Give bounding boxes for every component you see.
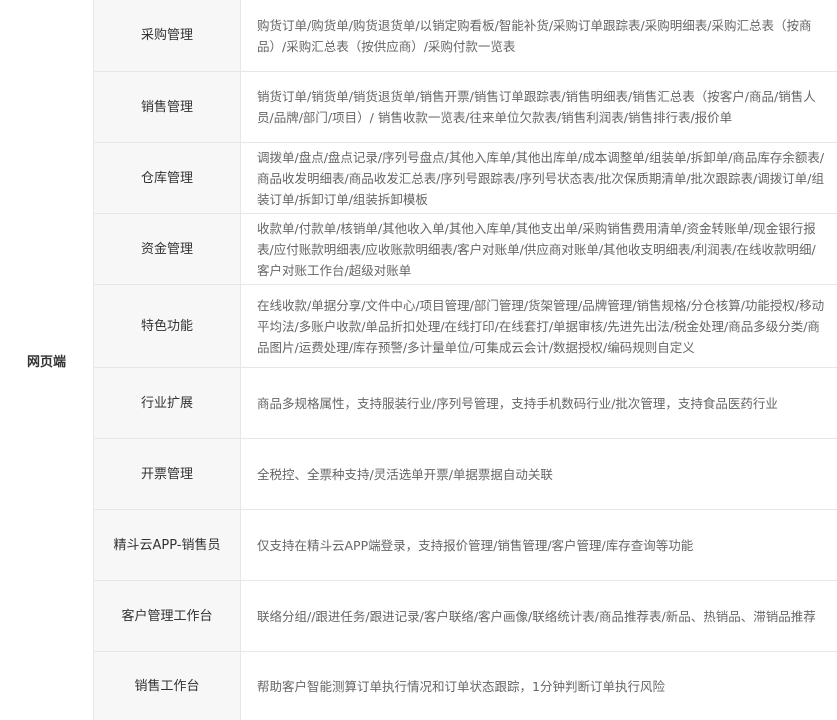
module-name-features: 特色功能	[94, 285, 241, 368]
feature-table: 网页端 采购管理 购货订单/购货单/购货退货单/以销定购看板/智能补货/采购订单…	[0, 0, 837, 720]
module-name-industry: 行业扩展	[94, 368, 241, 439]
category-label: 网页端	[26, 354, 66, 370]
module-desc-sales-workbench: 帮助客户智能测算订单执行情况和订单状态跟踪，1分钟判断订单执行风险	[241, 652, 837, 720]
module-name-invoicing: 开票管理	[94, 439, 241, 510]
module-name-sales-workbench: 销售工作台	[94, 652, 241, 720]
module-name-app-sales: 精斗云APP-销售员	[94, 510, 241, 581]
module-name-warehouse: 仓库管理	[94, 143, 241, 214]
category-cell: 网页端	[0, 0, 94, 720]
module-name-procurement: 采购管理	[94, 0, 241, 72]
module-name-sales: 销售管理	[94, 72, 241, 143]
module-name-funds: 资金管理	[94, 214, 241, 285]
module-name-crm-workbench: 客户管理工作台	[94, 581, 241, 652]
module-desc-funds: 收款单/付款单/核销单/其他收入单/其他入库单/其他支出单/采购销售费用清单/资…	[241, 214, 837, 285]
module-desc-features: 在线收款/单据分享/文件中心/项目管理/部门管理/货架管理/品牌管理/销售规格/…	[241, 285, 837, 368]
module-desc-app-sales: 仅支持在精斗云APP端登录，支持报价管理/销售管理/客户管理/库存查询等功能	[241, 510, 837, 581]
module-desc-invoicing: 全税控、全票种支持/灵活选单开票/单据票据自动关联	[241, 439, 837, 510]
module-desc-crm-workbench: 联络分组//跟进任务/跟进记录/客户联络/客户画像/联络统计表/商品推荐表/新品…	[241, 581, 837, 652]
module-desc-sales: 销货订单/销货单/销货退货单/销售开票/销售订单跟踪表/销售明细表/销售汇总表（…	[241, 72, 837, 143]
module-desc-procurement: 购货订单/购货单/购货退货单/以销定购看板/智能补货/采购订单跟踪表/采购明细表…	[241, 0, 837, 72]
module-desc-warehouse: 调拨单/盘点/盘点记录/序列号盘点/其他入库单/其他出库单/成本调整单/组装单/…	[241, 143, 837, 214]
module-desc-industry: 商品多规格属性，支持服装行业/序列号管理，支持手机数码行业/批次管理，支持食品医…	[241, 368, 837, 439]
